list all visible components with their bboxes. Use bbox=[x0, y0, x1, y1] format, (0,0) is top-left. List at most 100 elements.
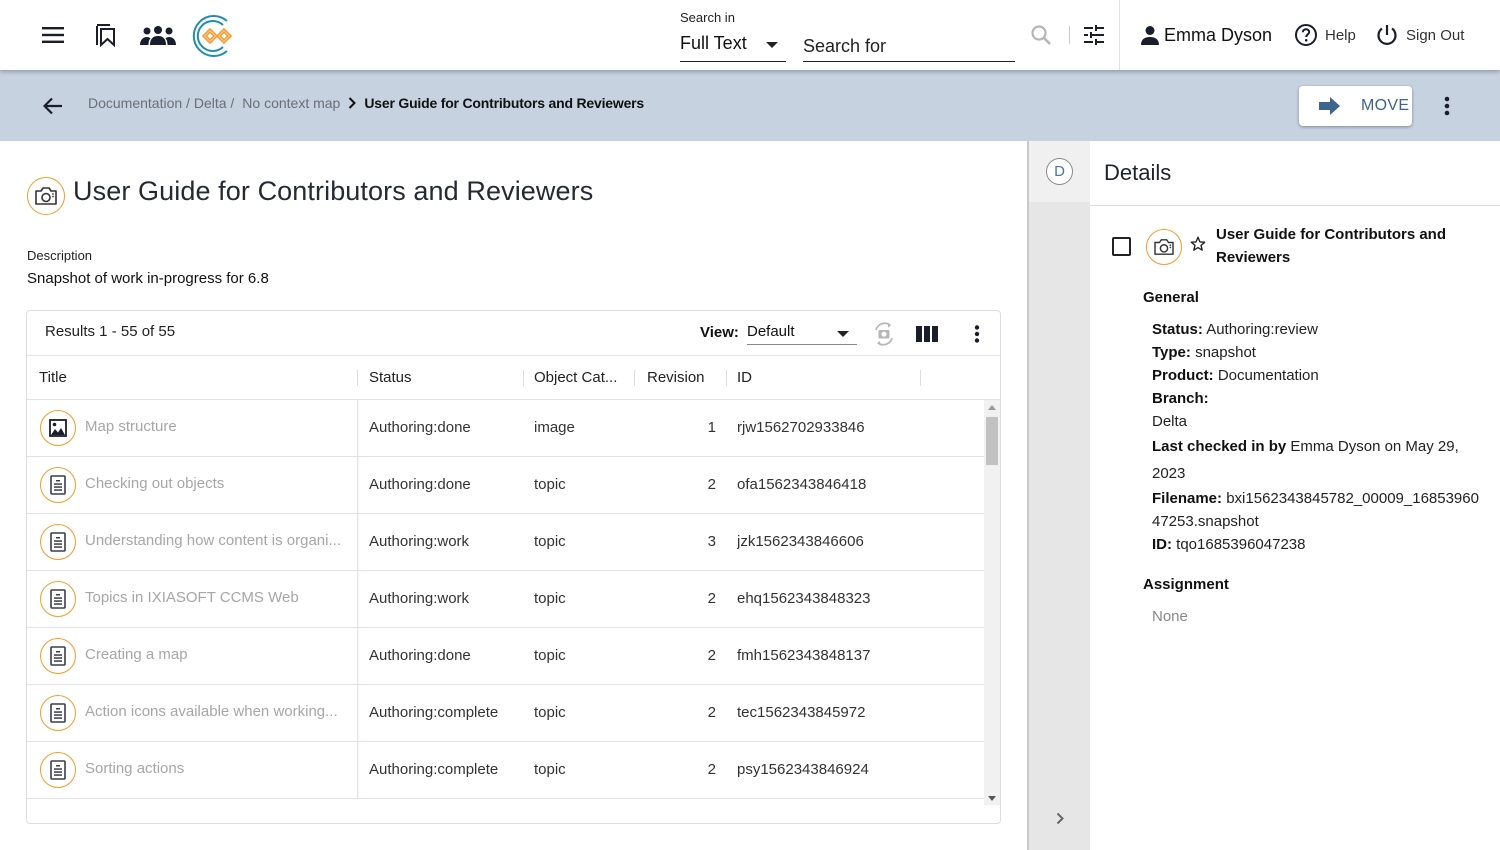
column-divider bbox=[357, 685, 358, 741]
cell-revision: 2 bbox=[707, 647, 716, 664]
topic-object-icon bbox=[40, 467, 76, 503]
user-menu-button[interactable]: Emma Dyson bbox=[1140, 20, 1272, 50]
cell-title[interactable]: Checking out objects bbox=[85, 457, 355, 513]
details-divider bbox=[1090, 205, 1500, 206]
cell-revision: 2 bbox=[707, 476, 716, 493]
scroll-thumb[interactable] bbox=[986, 417, 998, 465]
column-resize-handle[interactable] bbox=[920, 370, 921, 386]
sync-camera-icon bbox=[875, 322, 893, 346]
scroll-down-arrow-icon[interactable] bbox=[988, 796, 996, 801]
topic-icon bbox=[50, 646, 66, 666]
cell-status: Authoring:complete bbox=[369, 761, 499, 778]
table-scrollbar[interactable] bbox=[984, 400, 1000, 805]
toolbar-divider bbox=[1069, 26, 1070, 44]
cell-object-category: topic bbox=[534, 476, 566, 493]
back-button[interactable] bbox=[38, 92, 68, 120]
columns-button[interactable] bbox=[916, 323, 938, 345]
prop-label: ID: bbox=[1152, 536, 1172, 553]
column-resize-handle[interactable] bbox=[634, 370, 635, 386]
page-title: User Guide for Contributors and Reviewer… bbox=[73, 176, 594, 206]
prop-label: Filename: bbox=[1152, 490, 1223, 507]
search-scope-select[interactable]: Full Text bbox=[680, 28, 786, 62]
chevron-right-icon bbox=[348, 97, 357, 109]
more-actions-button[interactable] bbox=[1435, 92, 1459, 120]
cell-title[interactable]: Creating a map bbox=[85, 628, 355, 684]
snapshot-object-icon bbox=[27, 177, 65, 215]
column-divider bbox=[357, 400, 358, 456]
table-row[interactable]: Checking out objects Authoring:done topic 2… bbox=[27, 457, 984, 514]
table-more-button[interactable] bbox=[967, 321, 987, 347]
view-select[interactable]: Default bbox=[747, 321, 857, 345]
menu-button[interactable] bbox=[38, 20, 68, 50]
table-row[interactable]: Topics in IXIASOFT CCMS Web Authoring:wor… bbox=[27, 571, 984, 628]
table-row[interactable]: Action icons available when working... Au… bbox=[27, 685, 984, 742]
sign-out-button[interactable]: Sign Out bbox=[1376, 20, 1464, 50]
cell-title[interactable]: Topics in IXIASOFT CCMS Web bbox=[85, 571, 355, 627]
advanced-search-button[interactable] bbox=[1081, 20, 1107, 50]
column-header-object-category[interactable]: Object Cat... bbox=[534, 356, 617, 400]
help-button[interactable]: Help bbox=[1294, 20, 1356, 50]
cell-object-category: image bbox=[534, 419, 575, 436]
column-header-id[interactable]: ID bbox=[737, 356, 752, 400]
column-resize-handle[interactable] bbox=[523, 370, 524, 386]
bookmark-icon bbox=[96, 24, 115, 47]
sign-out-label: Sign Out bbox=[1406, 26, 1465, 44]
more-vertical-icon bbox=[1444, 96, 1450, 116]
user-name: Emma Dyson bbox=[1164, 24, 1273, 45]
cell-object-category: topic bbox=[534, 590, 566, 607]
bookmarks-button[interactable] bbox=[92, 20, 120, 50]
cell-id: jzk1562343846606 bbox=[737, 533, 864, 550]
arrow-left-icon bbox=[43, 97, 62, 115]
search-input[interactable] bbox=[803, 28, 1015, 62]
prop-last-checked-in: Last checked in by Emma Dyson on May 29,… bbox=[1152, 433, 1462, 487]
favorite-star-icon[interactable] bbox=[1189, 235, 1207, 253]
scroll-up-arrow-icon[interactable] bbox=[988, 405, 996, 410]
arrow-right-icon bbox=[1319, 97, 1340, 115]
camera-icon bbox=[1154, 239, 1174, 255]
column-header-revision[interactable]: Revision bbox=[647, 356, 705, 400]
groups-icon bbox=[140, 26, 176, 45]
results-count: Results 1 - 55 of 55 bbox=[45, 323, 176, 340]
column-divider bbox=[357, 571, 358, 627]
details-tab-badge[interactable]: D bbox=[1046, 158, 1073, 185]
topic-object-icon bbox=[40, 524, 76, 560]
image-icon bbox=[49, 419, 67, 437]
cell-title[interactable]: Sorting actions bbox=[85, 742, 355, 798]
table-row[interactable]: Sorting actions Authoring:complete topic 2 p… bbox=[27, 742, 984, 799]
description-value: Snapshot of work in-progress for 6.8 bbox=[27, 270, 269, 287]
breadcrumb-context-map[interactable]: No context map bbox=[242, 95, 340, 111]
search-button[interactable] bbox=[1028, 22, 1054, 48]
cell-object-category: topic bbox=[534, 704, 566, 721]
column-header-title[interactable]: Title bbox=[39, 356, 67, 400]
move-button[interactable]: MOVE bbox=[1299, 86, 1412, 126]
groups-button[interactable] bbox=[138, 20, 178, 50]
view-value: Default bbox=[747, 323, 795, 340]
expand-panel-button[interactable] bbox=[1049, 806, 1071, 830]
cell-id: ehq1562343848323 bbox=[737, 590, 871, 607]
app-logo[interactable] bbox=[188, 13, 238, 59]
table-row[interactable]: Creating a map Authoring:done topic 2 fmh156… bbox=[27, 628, 984, 685]
cell-title[interactable]: Map structure bbox=[85, 400, 355, 456]
cell-title[interactable]: Understanding how content is organi... bbox=[85, 514, 355, 570]
column-divider bbox=[357, 457, 358, 513]
cell-object-category: topic bbox=[534, 647, 566, 664]
cell-id: fmh1562343848137 bbox=[737, 647, 871, 664]
description-label: Description bbox=[27, 248, 93, 263]
prop-label: Product: bbox=[1152, 367, 1214, 384]
table-row[interactable]: Understanding how content is organi... Au… bbox=[27, 514, 984, 571]
column-resize-handle[interactable] bbox=[357, 370, 358, 386]
column-divider bbox=[357, 514, 358, 570]
column-resize-handle[interactable] bbox=[726, 370, 727, 386]
cell-object-category: topic bbox=[534, 533, 566, 550]
table-row[interactable]: Map structure Authoring:done image 1 rjw1562… bbox=[27, 400, 984, 457]
sync-snapshot-button[interactable] bbox=[869, 320, 899, 348]
breadcrumb-path[interactable]: Documentation / Delta / bbox=[88, 95, 234, 111]
cell-id: ofa1562343846418 bbox=[737, 476, 867, 493]
select-checkbox[interactable] bbox=[1112, 237, 1131, 256]
general-properties: Status: Authoring:review Type: snapshot … bbox=[1152, 318, 1492, 556]
prop-id: ID: tqo1685396047238 bbox=[1152, 533, 1492, 556]
column-header-status[interactable]: Status bbox=[369, 356, 412, 400]
table-header: Title Status Object Cat... Revision ID bbox=[27, 355, 1000, 400]
prop-value: Documentation bbox=[1217, 367, 1319, 384]
cell-title[interactable]: Action icons available when working... bbox=[85, 685, 355, 741]
